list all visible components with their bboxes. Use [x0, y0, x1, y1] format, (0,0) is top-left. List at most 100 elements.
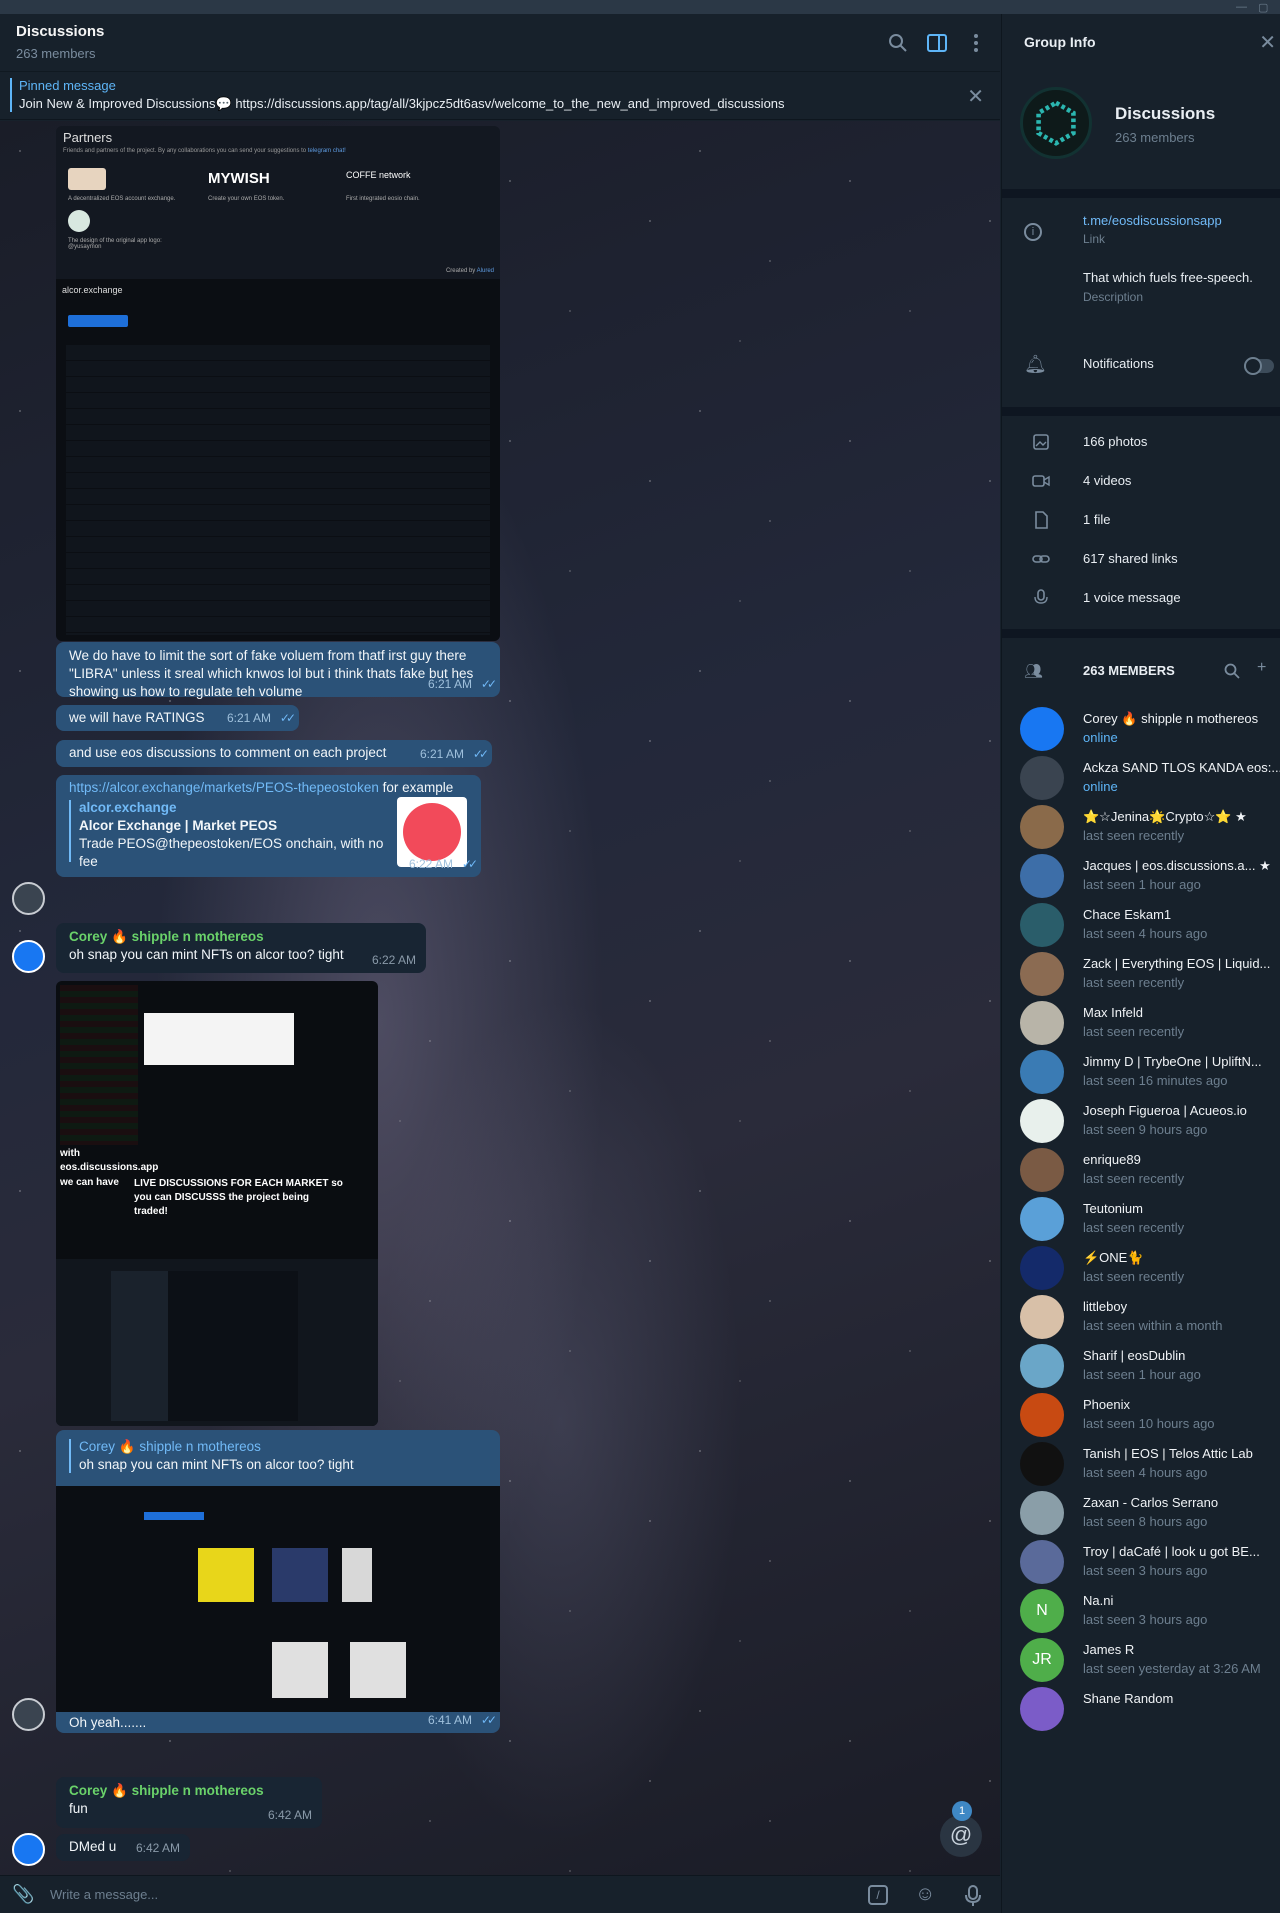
member-row[interactable]: N Na.ni last seen 3 hours ago: [1002, 1587, 1280, 1636]
avatar[interactable]: [1020, 1540, 1064, 1584]
member-row[interactable]: Shane Random: [1002, 1685, 1280, 1734]
chat-history[interactable]: Partners Friends and partners of the pro…: [0, 121, 1000, 1875]
avatar[interactable]: [1020, 1295, 1064, 1339]
avatar[interactable]: [1020, 1687, 1064, 1731]
avatar[interactable]: [12, 940, 45, 973]
message-input[interactable]: Write a message...: [50, 1887, 158, 1902]
member-row[interactable]: ⭐☆Jenina🌟Crypto☆⭐ ★ last seen recently: [1002, 803, 1280, 852]
annotated-screenshot[interactable]: with eos.discussions.app we can have LIVE…: [56, 981, 378, 1426]
avatar[interactable]: [1020, 1148, 1064, 1192]
avatar[interactable]: [1020, 854, 1064, 898]
avatar[interactable]: [12, 1833, 45, 1866]
group-avatar[interactable]: [1020, 87, 1092, 159]
message-bubble[interactable]: DMed u 6:42 AM: [56, 1834, 190, 1861]
reply-sender[interactable]: Corey 🔥 shipple n mothereos: [79, 1438, 261, 1456]
avatar[interactable]: [1020, 1442, 1064, 1486]
message-bubble[interactable]: We do have to limit the sort of fake vol…: [56, 642, 500, 699]
avatar[interactable]: [1020, 1491, 1064, 1535]
member-status: last seen recently: [1083, 1171, 1185, 1186]
member-row[interactable]: enrique89 last seen recently: [1002, 1146, 1280, 1195]
member-status: last seen recently: [1083, 1220, 1185, 1235]
member-row[interactable]: ⚡ONE🐈 last seen recently: [1002, 1244, 1280, 1293]
avatar[interactable]: [1020, 1050, 1064, 1094]
avatar[interactable]: [1020, 1001, 1064, 1045]
member-row[interactable]: Jacques | eos.discussions.a... ★ last see…: [1002, 852, 1280, 901]
attach-icon[interactable]: 📎: [12, 1884, 34, 1905]
member-row[interactable]: Phoenix last seen 10 hours ago: [1002, 1391, 1280, 1440]
notifications-toggle[interactable]: [1244, 357, 1274, 375]
avatar[interactable]: [1020, 707, 1064, 751]
pinned-message[interactable]: Pinned message Join New & Improved Discu…: [0, 72, 1000, 120]
avatar[interactable]: [1020, 1344, 1064, 1388]
add-member-icon[interactable]: +: [1257, 659, 1266, 677]
member-row[interactable]: JR James R last seen yesterday at 3:26 AM: [1002, 1636, 1280, 1685]
member-row[interactable]: Zack | Everything EOS | Liquid... last se…: [1002, 950, 1280, 999]
avatar[interactable]: [1020, 1099, 1064, 1143]
member-row[interactable]: Joseph Figueroa | Acueos.io last seen 9 h…: [1002, 1097, 1280, 1146]
avatar[interactable]: [1020, 1246, 1064, 1290]
minimize-icon[interactable]: —: [1236, 1, 1247, 13]
close-panel-icon[interactable]: ✕: [1259, 30, 1276, 55]
media-photos-row[interactable]: 166 photos: [1002, 427, 1280, 459]
message-composer[interactable]: 📎 Write a message... / ☺: [0, 1875, 1000, 1913]
member-name: Zaxan - Carlos Serrano: [1083, 1495, 1219, 1510]
member-row[interactable]: Sharif | eosDublin last seen 1 hour ago: [1002, 1342, 1280, 1391]
message-bubble[interactable]: we will have RATINGS 6:21 AM ✓✓: [56, 705, 299, 731]
message-bubble[interactable]: Corey 🔥 shipple n mothereos oh snap you …: [56, 923, 426, 973]
emoji-icon[interactable]: ☺: [915, 1883, 935, 1906]
search-members-icon[interactable]: [1223, 662, 1241, 680]
media-voice-row[interactable]: 1 voice message: [1002, 583, 1280, 615]
message-link[interactable]: https://alcor.exchange/markets/PEOS-thep…: [69, 780, 379, 795]
member-name: Shane Random: [1083, 1691, 1174, 1706]
avatar[interactable]: [1020, 1197, 1064, 1241]
message-bubble[interactable]: Corey 🔥 shipple n mothereos oh snap you …: [56, 1430, 500, 1733]
avatar[interactable]: [1020, 805, 1064, 849]
more-menu-icon[interactable]: [963, 30, 989, 56]
avatar[interactable]: N: [1020, 1589, 1064, 1633]
member-name: Chace Eskam1: [1083, 907, 1172, 922]
member-row[interactable]: Corey 🔥 shipple n mothereos online: [1002, 705, 1280, 754]
group-name: Discussions: [1115, 104, 1216, 123]
bot-commands-icon[interactable]: /: [868, 1885, 888, 1905]
member-row[interactable]: Chace Eskam1 last seen 4 hours ago: [1002, 901, 1280, 950]
media-files-row[interactable]: 1 file: [1002, 505, 1280, 537]
nft-market-screenshot[interactable]: [56, 1486, 500, 1712]
avatar-initials: N: [1036, 1602, 1048, 1619]
member-row[interactable]: Zaxan - Carlos Serrano last seen 8 hours …: [1002, 1489, 1280, 1538]
preview-site: alcor.exchange: [79, 800, 177, 815]
avatar[interactable]: [12, 1698, 45, 1731]
close-pinned-icon[interactable]: ✕: [967, 84, 984, 109]
member-row[interactable]: Tanish | EOS | Telos Attic Lab last seen …: [1002, 1440, 1280, 1489]
member-row[interactable]: Teutonium last seen recently: [1002, 1195, 1280, 1244]
avatar[interactable]: [1020, 903, 1064, 947]
message-bubble[interactable]: and use eos discussions to comment on ea…: [56, 740, 492, 767]
microphone-icon[interactable]: [964, 1885, 982, 1907]
message-text: fun: [69, 1801, 88, 1816]
message-sender[interactable]: Corey 🔥 shipple n mothereos: [69, 1782, 264, 1800]
member-row[interactable]: littleboy last seen within a month: [1002, 1293, 1280, 1342]
member-row[interactable]: Jimmy D | TrybeOne | UpliftN... last seen…: [1002, 1048, 1280, 1097]
avatar[interactable]: [1020, 756, 1064, 800]
nft-card-moon: [350, 1642, 406, 1698]
search-icon[interactable]: [885, 30, 911, 56]
partners-screenshot[interactable]: Partners Friends and partners of the pro…: [56, 126, 500, 641]
chat-header[interactable]: Discussions 263 members: [0, 14, 1000, 72]
avatar[interactable]: [12, 882, 45, 915]
member-row[interactable]: Troy | daCafé | look u got BE... last see…: [1002, 1538, 1280, 1587]
mention-jump-button[interactable]: @: [940, 1815, 982, 1857]
message-bubble[interactable]: Corey 🔥 shipple n mothereos fun 6:42 AM: [56, 1777, 322, 1828]
avatar[interactable]: JR: [1020, 1638, 1064, 1682]
partner-3-desc: First integrated eosio chain.: [346, 196, 420, 202]
member-row[interactable]: Max Infeld last seen recently: [1002, 999, 1280, 1048]
message-bubble[interactable]: https://alcor.exchange/markets/PEOS-thep…: [56, 775, 481, 877]
avatar[interactable]: [1020, 1393, 1064, 1437]
sidebar-toggle-icon[interactable]: [924, 30, 950, 56]
member-row[interactable]: Ackza SAND TLOS KANDA eos:... online: [1002, 754, 1280, 803]
message-sender[interactable]: Corey 🔥 shipple n mothereos: [69, 928, 264, 946]
group-link[interactable]: t.me/eosdiscussionsapp: [1083, 213, 1222, 228]
member-name: Na.ni: [1083, 1593, 1114, 1608]
media-links-row[interactable]: 617 shared links: [1002, 544, 1280, 576]
avatar[interactable]: [1020, 952, 1064, 996]
maximize-icon[interactable]: ▢: [1258, 1, 1268, 14]
media-videos-row[interactable]: 4 videos: [1002, 466, 1280, 498]
